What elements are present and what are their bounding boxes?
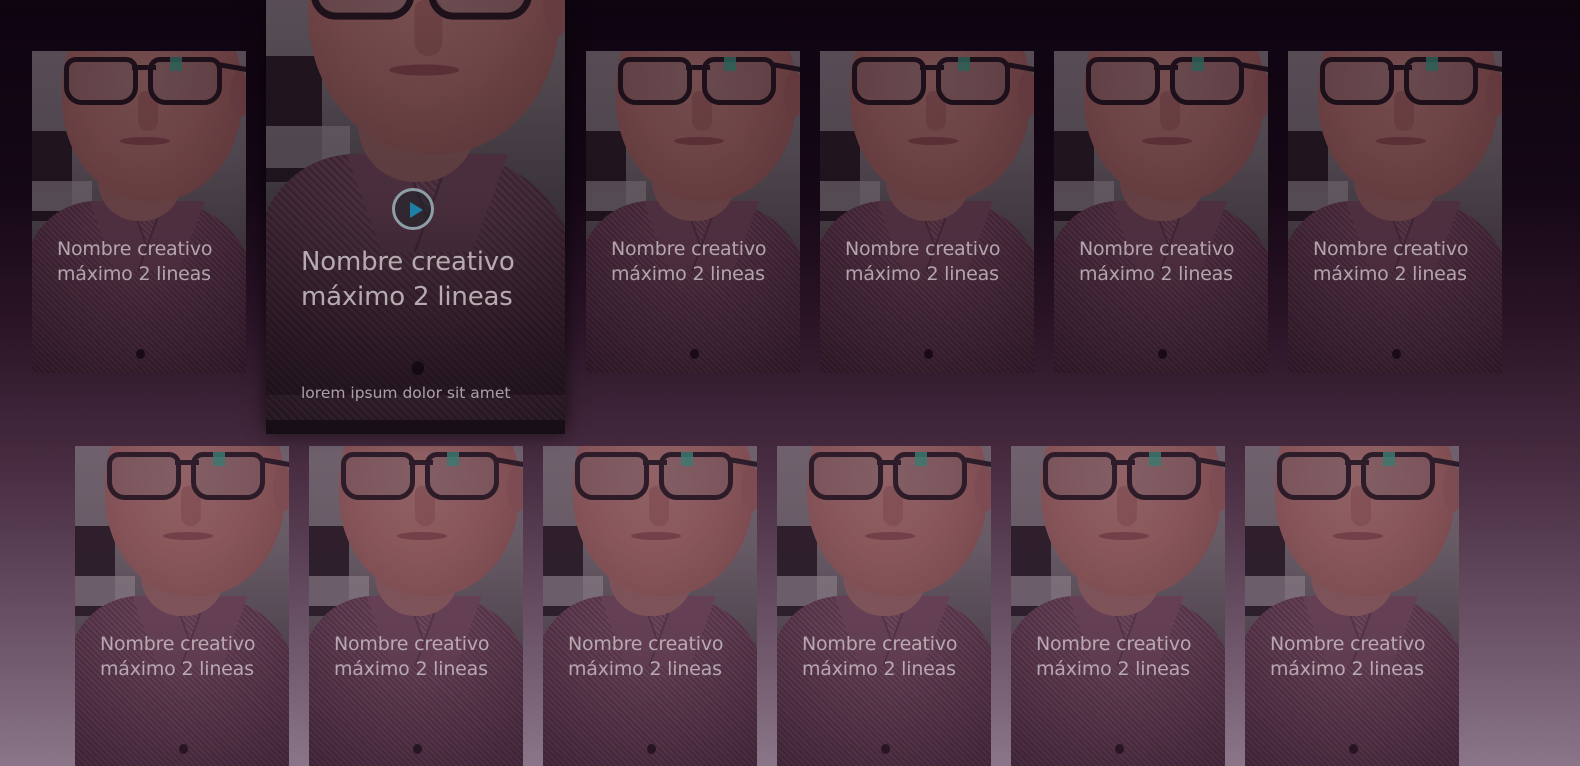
card-title: Nombre creativo máximo 2 lineas	[1270, 633, 1426, 680]
card-subtitle: lorem ipsum dolor sit amet	[301, 384, 511, 402]
video-gallery: Nombre creativo máximo 2 lineas Nombre c…	[0, 0, 1580, 766]
thumbnail-image	[1054, 51, 1268, 373]
video-card-7[interactable]: Nombre creativo máximo 2 lineas	[75, 446, 289, 766]
video-card-5[interactable]: Nombre creativo máximo 2 lineas	[1054, 51, 1268, 373]
play-button[interactable]	[392, 188, 434, 230]
card-title: Nombre creativo máximo 2 lineas	[568, 633, 724, 680]
card-title: Nombre creativo máximo 2 lineas	[1079, 238, 1235, 285]
video-card-6[interactable]: Nombre creativo máximo 2 lineas	[1288, 51, 1502, 373]
video-card-9[interactable]: Nombre creativo máximo 2 lineas	[543, 446, 757, 766]
thumbnail-image	[75, 446, 289, 766]
video-card-3[interactable]: Nombre creativo máximo 2 lineas	[586, 51, 800, 373]
thumbnail-image	[309, 446, 523, 766]
thumbnail-image	[32, 51, 246, 373]
card-title: Nombre creativo máximo 2 lineas	[57, 238, 213, 285]
card-title: Nombre creativo máximo 2 lineas	[802, 633, 958, 680]
card-title: Nombre creativo máximo 2 lineas	[100, 633, 256, 680]
card-title: Nombre creativo máximo 2 lineas	[845, 238, 1001, 285]
thumbnail-image	[777, 446, 991, 766]
video-card-4[interactable]: Nombre creativo máximo 2 lineas	[820, 51, 1034, 373]
thumbnail-image	[1245, 446, 1459, 766]
video-card-11[interactable]: Nombre creativo máximo 2 lineas	[1011, 446, 1225, 766]
video-card-10[interactable]: Nombre creativo máximo 2 lineas	[777, 446, 991, 766]
card-title: Nombre creativo máximo 2 lineas	[1313, 238, 1469, 285]
card-title: Nombre creativo máximo 2 lineas	[611, 238, 767, 285]
video-card-1[interactable]: Nombre creativo máximo 2 lineas	[32, 51, 246, 373]
video-card-featured[interactable]: Nombre creativo máximo 2 lineas lorem ip…	[266, 0, 565, 434]
thumbnail-image	[1288, 51, 1502, 373]
card-title: Nombre creativo máximo 2 lineas	[1036, 633, 1192, 680]
thumbnail-image	[820, 51, 1034, 373]
thumbnail-image	[586, 51, 800, 373]
card-title: Nombre creativo máximo 2 lineas	[334, 633, 490, 680]
thumbnail-image	[1011, 446, 1225, 766]
card-title: Nombre creativo máximo 2 lineas	[301, 247, 515, 312]
play-icon	[410, 202, 423, 218]
video-card-12[interactable]: Nombre creativo máximo 2 lineas	[1245, 446, 1459, 766]
thumbnail-image	[543, 446, 757, 766]
video-card-8[interactable]: Nombre creativo máximo 2 lineas	[309, 446, 523, 766]
